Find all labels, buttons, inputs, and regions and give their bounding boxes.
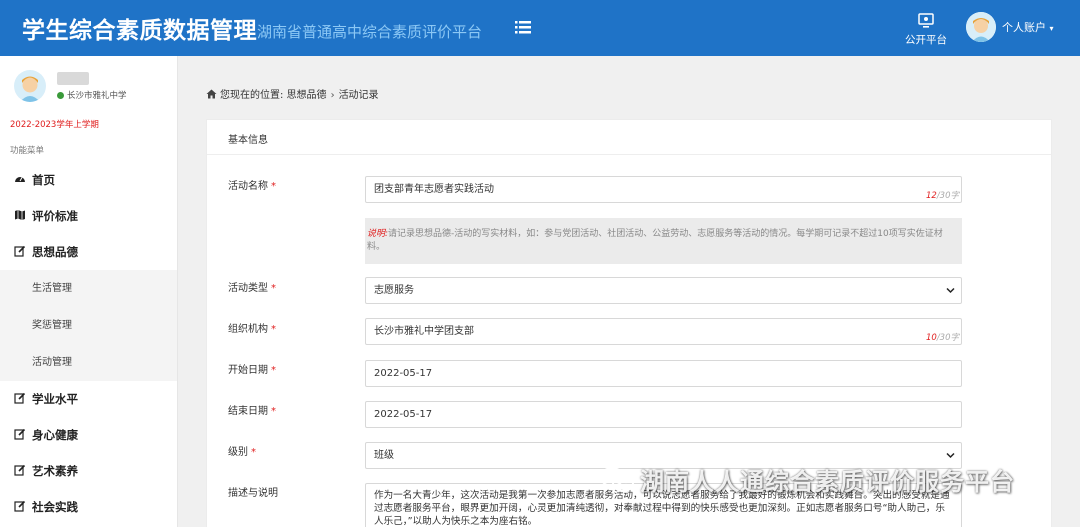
breadcrumb-level1[interactable]: 思想品德 [287, 90, 327, 101]
divider [207, 154, 1051, 155]
organization-input[interactable]: 长沙市雅礼中学团支部 10/30字 [365, 318, 962, 345]
start-date-label: 开始日期 * [228, 365, 276, 376]
char-counter: 10/30字 [925, 333, 959, 343]
activity-name-input[interactable]: 团支部青年志愿者实践活动 12/30字 [365, 176, 962, 203]
sidebar-item-morality[interactable]: 思想品德 [0, 234, 177, 270]
monitor-icon [918, 13, 934, 28]
wechat-icon [600, 467, 634, 492]
app-subtitle: 湖南省普通高中综合素质评价平台 [257, 23, 483, 41]
level-label: 级别 * [228, 447, 256, 458]
school-name: 长沙市雅礼中学 [57, 89, 127, 101]
account-label: 个人账户 [1002, 21, 1046, 34]
map-icon [15, 210, 25, 220]
semester-label: 2022-2023学年上学期 [10, 120, 99, 130]
menu-toggle-icon[interactable] [512, 16, 534, 38]
avatar[interactable] [966, 12, 996, 42]
activity-type-select[interactable]: 志愿服务 [365, 277, 962, 304]
sidebar-item-activities[interactable]: 活动管理 [0, 344, 177, 381]
breadcrumb: 您现在的位置: 思想品德 › 活动记录 [206, 86, 379, 101]
app-title: 学生综合素质数据管理 [22, 18, 257, 44]
sidebar-item-rewards[interactable]: 奖惩管理 [0, 307, 177, 344]
description-label: 描述与说明 [228, 488, 278, 499]
char-counter: 12/30字 [925, 191, 959, 201]
edit-icon [14, 500, 26, 512]
caret-down-icon: ▾ [1049, 24, 1054, 33]
end-date-label: 结束日期 * [228, 406, 276, 417]
dashboard-icon [15, 177, 25, 182]
edit-icon [14, 392, 26, 404]
user-name-redacted [57, 72, 89, 85]
edit-icon [14, 428, 26, 440]
organization-label: 组织机构 * [228, 324, 276, 335]
sidebar-item-academics[interactable]: 学业水平 [0, 381, 177, 417]
public-platform-button[interactable]: 公开平台 [901, 12, 951, 48]
sidebar-item-health[interactable]: 身心健康 [0, 417, 177, 453]
sidebar-nav: 首页 评价标准 思想品德 生活管理 奖惩管理 活动管理 学业水平 身心健康 艺术… [0, 162, 177, 525]
user-avatar [14, 70, 46, 102]
account-menu[interactable]: 个人账户 ▾ [1002, 19, 1054, 35]
end-date-input[interactable]: 2022-05-17 [365, 401, 962, 428]
sidebar-item-standards[interactable]: 评价标准 [0, 198, 177, 234]
section-title: 基本信息 [228, 135, 268, 146]
watermark: 湖南人人通综合素质评价服务平台 [598, 462, 1015, 496]
activity-name-label: 活动名称 * [228, 181, 276, 192]
top-header: 学生综合素质数据管理 湖南省普通高中综合素质评价平台 公开平台 个人账户 ▾ [0, 0, 1080, 56]
breadcrumb-level2: 活动记录 [338, 90, 379, 101]
start-date-input[interactable]: 2022-05-17 [365, 360, 962, 387]
activity-type-label: 活动类型 * [228, 283, 276, 294]
online-status-icon [57, 92, 64, 99]
sidebar-item-life-management[interactable]: 生活管理 [0, 270, 177, 307]
menu-caption: 功能菜单 [10, 146, 45, 156]
public-platform-label: 公开平台 [905, 34, 947, 46]
chevron-down-icon [946, 287, 955, 294]
chevron-down-icon [946, 452, 955, 459]
sidebar-item-social-practice[interactable]: 社会实践 [0, 489, 177, 525]
sidebar-item-home[interactable]: 首页 [0, 162, 177, 198]
sidebar-item-arts[interactable]: 艺术素养 [0, 453, 177, 489]
edit-icon [14, 245, 26, 257]
chevron-right-icon: › [330, 90, 335, 101]
sidebar: 长沙市雅礼中学 2022-2023学年上学期 功能菜单 首页 评价标准 思想品德… [0, 56, 178, 527]
edit-icon [14, 464, 26, 476]
breadcrumb-prefix: 您现在的位置: [220, 90, 284, 101]
home-icon [206, 89, 217, 99]
instruction-note: 说明:请记录思想品德-活动的写实材料，如：参与党团活动、社团活动、公益劳动、志愿… [365, 218, 962, 264]
